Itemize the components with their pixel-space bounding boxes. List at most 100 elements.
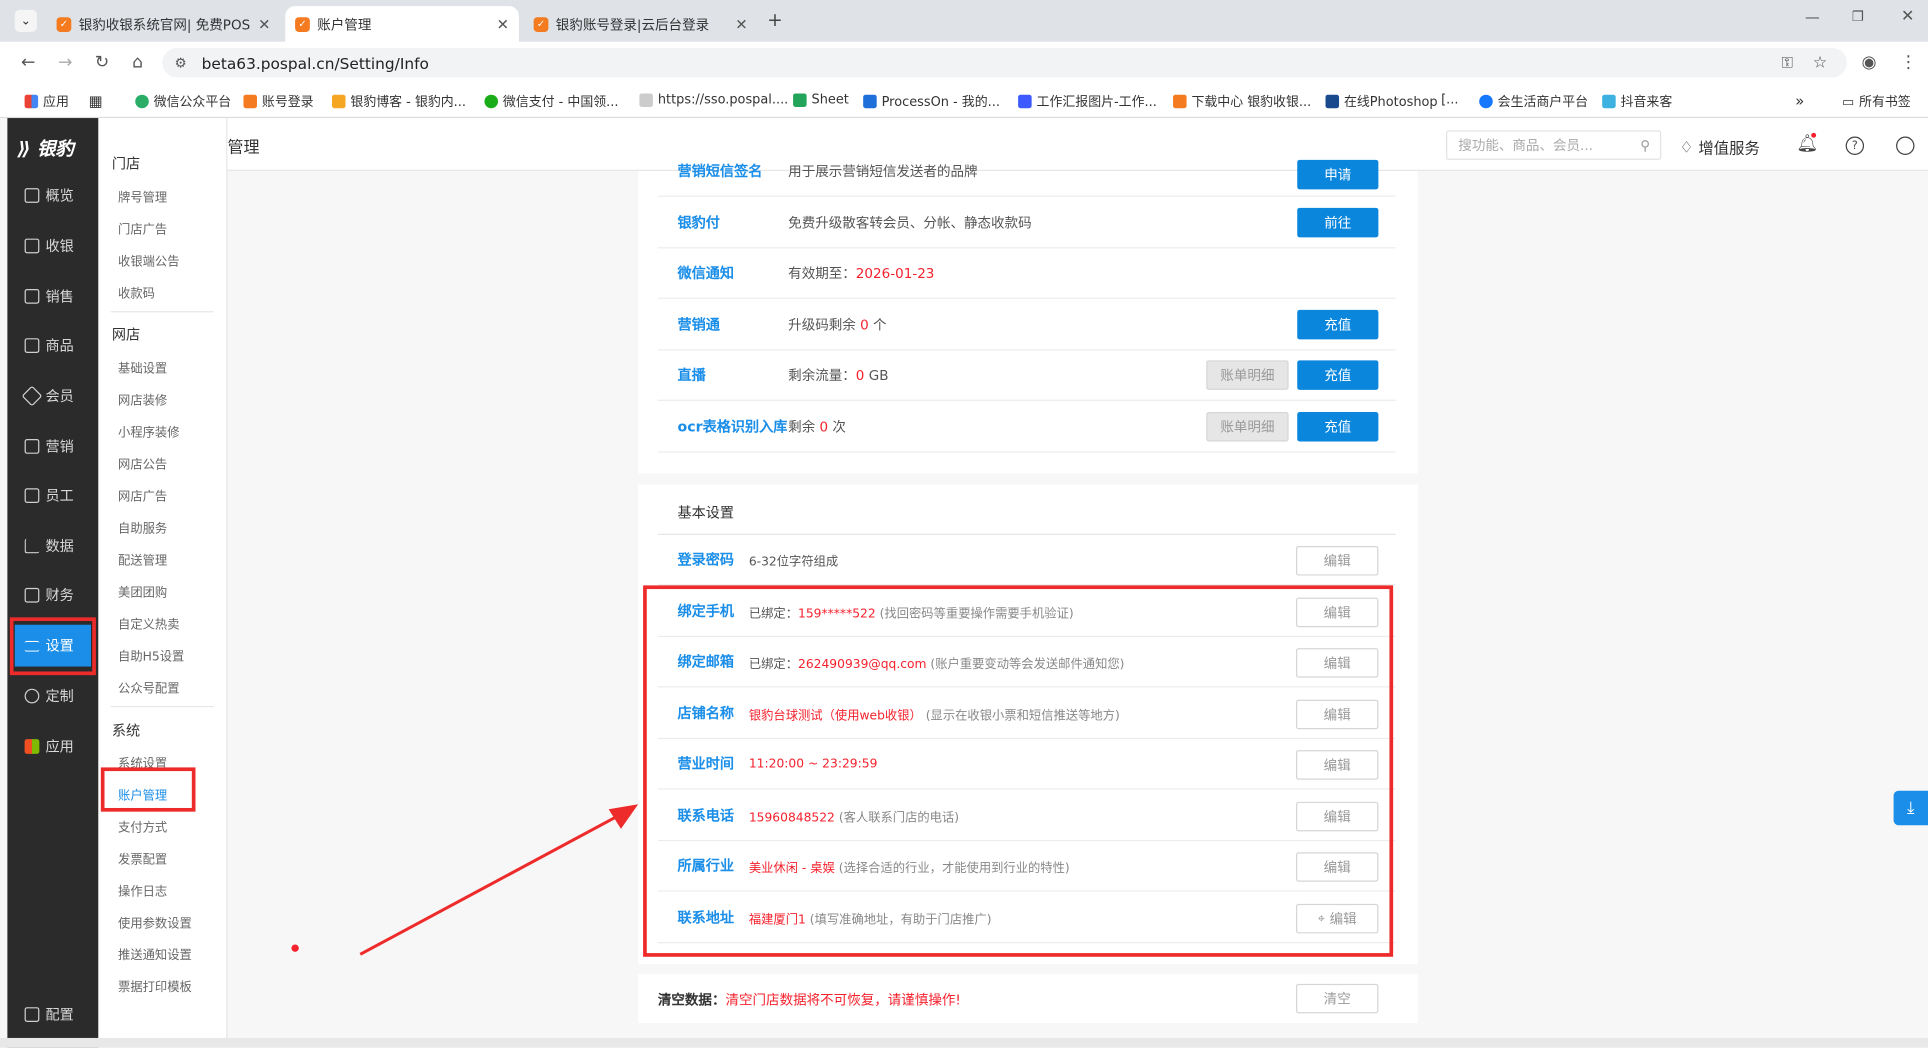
edit-button[interactable]: 编辑 xyxy=(1295,546,1379,576)
horizontal-scrollbar[interactable] xyxy=(0,1037,1928,1048)
pospal-favicon-icon: ✓ xyxy=(533,16,549,32)
subnav-item[interactable]: 公众号配置 xyxy=(118,678,179,697)
subnav-item[interactable]: 自助服务 xyxy=(118,518,167,537)
settings-highlight-frame xyxy=(9,617,96,676)
minimize-icon[interactable]: — xyxy=(1805,9,1820,26)
bookmark[interactable]: Sheet xyxy=(793,92,849,107)
sheet-icon xyxy=(793,92,807,107)
sidebar-item-sales[interactable]: 销售 xyxy=(15,275,91,317)
home-icon[interactable]: ⌂ xyxy=(127,52,149,74)
bill-detail-button[interactable]: 账单明细 xyxy=(1206,411,1289,442)
password-key-icon[interactable]: ⚿ xyxy=(1782,53,1793,71)
value-added-service-button[interactable]: ♢ 增值服务 xyxy=(1680,135,1760,158)
close-tab-icon[interactable]: ✕ xyxy=(258,15,270,32)
recharge-button[interactable]: 充值 xyxy=(1297,411,1379,442)
bookmark[interactable]: [... xyxy=(1441,92,1458,107)
subnav-item[interactable]: 配送管理 xyxy=(118,550,167,569)
new-tab-icon[interactable]: + xyxy=(767,9,782,31)
subnav-item[interactable]: 自助H5设置 xyxy=(118,646,184,665)
member-icon xyxy=(21,385,43,407)
blog-icon xyxy=(331,94,346,109)
apps-icon xyxy=(24,739,40,754)
apply-button[interactable]: 申请 xyxy=(1297,159,1379,190)
subnav-item[interactable]: 收款码 xyxy=(118,283,155,302)
subnav-item[interactable]: 网店公告 xyxy=(118,454,167,473)
more-bookmarks-icon[interactable]: » xyxy=(1795,92,1804,109)
close-window-icon[interactable]: ✕ xyxy=(1901,7,1914,25)
subnav-item[interactable]: 门店广告 xyxy=(118,219,167,238)
service-row: 直播 剩余流量：0 GB 账单明细 充值 xyxy=(657,350,1396,401)
sidebar-item-custom[interactable]: 定制 xyxy=(15,675,91,717)
browser-tab[interactable]: ✓ 银豹账号登录|云后台登录 ✕ xyxy=(524,6,758,42)
forward-icon[interactable]: → xyxy=(54,52,76,74)
sidebar-item-goods[interactable]: 商品 xyxy=(15,325,91,367)
bookmark[interactable]: 账号登录 xyxy=(243,92,314,110)
user-avatar-icon[interactable] xyxy=(1896,136,1915,155)
url-field[interactable]: ⚙ beta63.pospal.cn/Setting/Info ⚿ ☆ xyxy=(162,47,1847,78)
sidebar-item-data[interactable]: 数据 xyxy=(15,525,91,567)
bookmark[interactable]: 微信支付 - 中国领... xyxy=(484,92,618,110)
sidebar-item-cashier[interactable]: 收银 xyxy=(15,225,91,267)
reload-icon[interactable]: ↻ xyxy=(91,52,113,74)
sidebar-item-overview[interactable]: 概览 xyxy=(15,175,91,217)
subnav-item[interactable]: 操作日志 xyxy=(118,881,167,899)
sidebar-item-staff[interactable]: 员工 xyxy=(15,475,91,517)
bill-detail-button[interactable]: 账单明细 xyxy=(1206,360,1289,390)
subnav-divider xyxy=(110,311,214,313)
bookmark[interactable]: 微信公众平台 xyxy=(135,92,231,110)
bookmark[interactable]: 银豹博客 - 银豹内... xyxy=(331,92,466,110)
bookmark[interactable]: 工作汇报图片-工作... xyxy=(1018,92,1157,110)
recharge-button[interactable]: 充值 xyxy=(1297,309,1379,340)
bookmark[interactable]: 在线Photoshop xyxy=(1325,92,1438,110)
close-tab-icon[interactable]: ✕ xyxy=(735,15,747,32)
subnav-item[interactable]: 基础设置 xyxy=(118,358,167,377)
tab-title: 账户管理 xyxy=(317,16,372,33)
browser-tab-active[interactable]: ✓ 账户管理 ✕ xyxy=(285,6,519,42)
bookmark-star-icon[interactable]: ☆ xyxy=(1813,53,1827,71)
download-icon[interactable]: ⤓ xyxy=(1893,790,1928,826)
subnav-item[interactable]: 美团团购 xyxy=(118,582,167,601)
subnav-item[interactable]: 网店广告 xyxy=(118,486,167,505)
clear-button[interactable]: 清空 xyxy=(1295,983,1379,1014)
bookmark-apps[interactable]: 应用 xyxy=(24,92,69,110)
subnav-item[interactable]: 使用参数设置 xyxy=(118,913,192,931)
browser-menu-icon[interactable]: ⋮ xyxy=(1897,52,1919,74)
sidebar-item-finance[interactable]: 财务 xyxy=(15,574,91,616)
all-bookmarks[interactable]: ▭ 所有书签 xyxy=(1842,92,1911,110)
browser-tab[interactable]: ✓ 银豹收银系统官网| 免费POS收银 ✕ xyxy=(47,6,281,42)
subnav-item[interactable]: 牌号管理 xyxy=(118,187,167,206)
bookmark[interactable]: 会生活商户平台 xyxy=(1479,92,1588,110)
home-icon xyxy=(24,188,40,203)
tab-list-menu-icon[interactable]: ⌄ xyxy=(14,9,37,32)
close-tab-icon[interactable]: ✕ xyxy=(497,15,509,32)
bookmark[interactable]: ProcessOn - 我的... xyxy=(863,92,1000,110)
bookmark[interactable]: 下载中心 银豹收银... xyxy=(1173,92,1311,110)
profile-icon[interactable]: ◉ xyxy=(1858,52,1880,74)
site-info-icon[interactable]: ⚙ xyxy=(175,55,187,71)
subnav-item[interactable]: 小程序装修 xyxy=(118,422,179,441)
settings-subnav: 门店 牌号管理 门店广告 收银端公告 收款码 网店 基础设置 网店装修 小程序装… xyxy=(98,118,299,1048)
search-icon[interactable]: ⚲ xyxy=(1640,137,1650,153)
go-button[interactable]: 前往 xyxy=(1297,207,1379,238)
sidebar-item-marketing[interactable]: 营销 xyxy=(15,426,91,468)
subnav-item[interactable]: 自定义热卖 xyxy=(118,614,179,633)
subnav-item[interactable]: 发票配置 xyxy=(118,849,167,867)
subnav-item[interactable]: 票据打印模板 xyxy=(118,976,192,995)
sidebar-item-apps[interactable]: 应用 xyxy=(15,726,91,768)
pospal-logo: ⟫ 银豹 xyxy=(17,137,74,160)
bookmark-grid[interactable]: ▦ xyxy=(89,92,103,109)
sidebar-item-config[interactable]: 配置 xyxy=(15,994,91,1036)
search-input[interactable]: 搜功能、商品、会员... ⚲ xyxy=(1446,130,1662,160)
restore-icon[interactable]: ❐ xyxy=(1852,9,1864,25)
subnav-item[interactable]: 推送通知设置 xyxy=(118,944,192,963)
subnav-item[interactable]: 收银端公告 xyxy=(118,251,179,270)
bookmark[interactable]: https://sso.pospal.... xyxy=(639,92,788,107)
recharge-button[interactable]: 充值 xyxy=(1297,360,1379,390)
back-icon[interactable]: ← xyxy=(17,52,39,74)
subnav-item[interactable]: 支付方式 xyxy=(118,817,167,836)
subnav-item[interactable]: 网店装修 xyxy=(118,390,167,409)
bookmark[interactable]: 抖音来客 xyxy=(1602,92,1672,110)
help-icon[interactable]: ? xyxy=(1845,136,1865,155)
sidebar-item-member[interactable]: 会员 xyxy=(15,375,91,417)
notification-dot-icon xyxy=(291,944,299,952)
